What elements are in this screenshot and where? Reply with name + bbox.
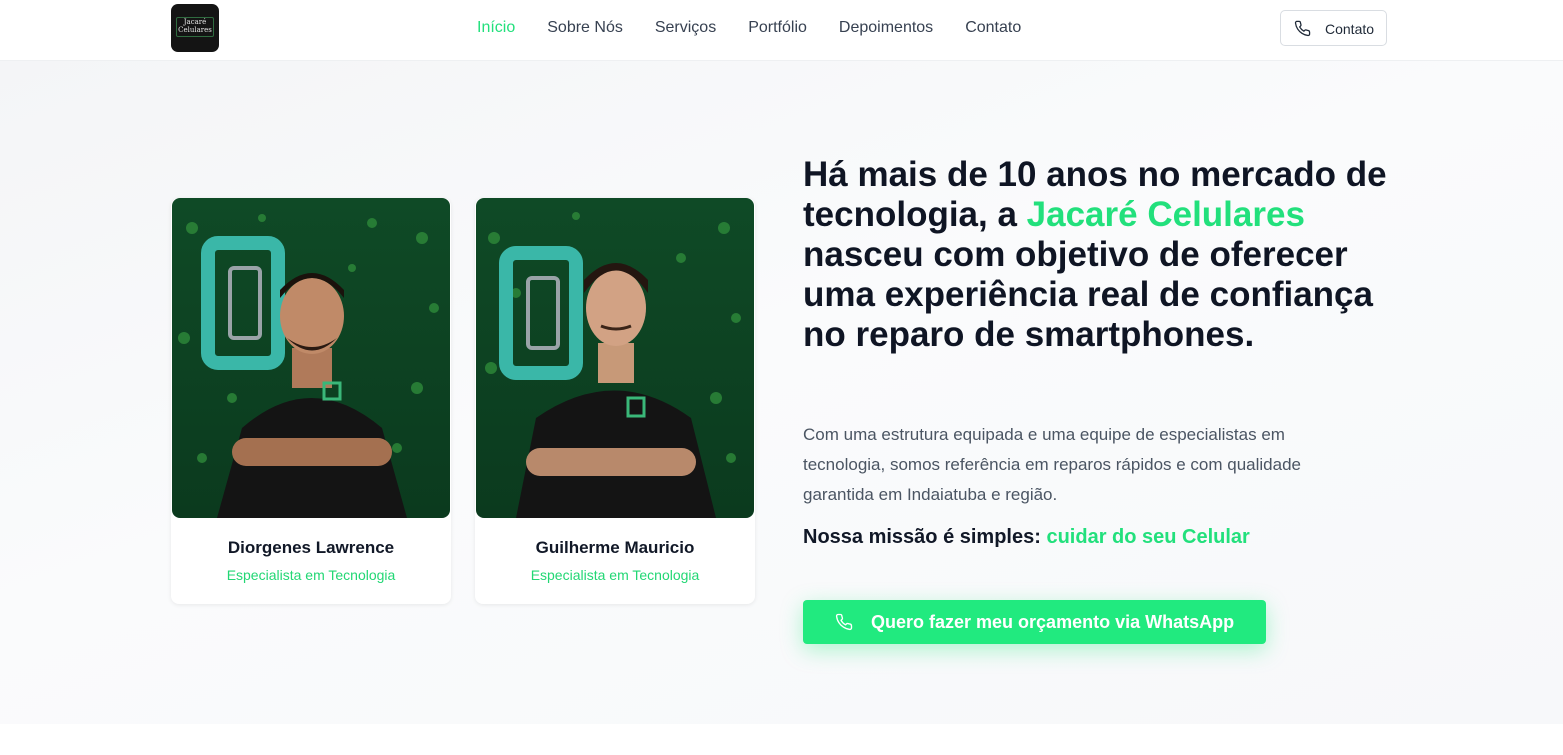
logo[interactable]: Jacaré Celulares — [171, 4, 219, 52]
nav-item-portfolio[interactable]: Portfólio — [748, 18, 807, 38]
contact-button[interactable]: Contato — [1280, 10, 1387, 46]
nav-item-contato[interactable]: Contato — [965, 18, 1021, 38]
whatsapp-quote-button[interactable]: Quero fazer meu orçamento via WhatsApp — [803, 600, 1266, 644]
mission-label: Nossa missão é simples: — [803, 526, 1047, 548]
phone-icon — [835, 613, 853, 631]
person-photo-illustration — [172, 198, 450, 518]
contact-button-label: Contato — [1325, 21, 1375, 37]
hero-headline: Há mais de 10 anos no mercado de tecnolo… — [803, 155, 1403, 355]
nav-item-depoimentos[interactable]: Depoimentos — [839, 18, 933, 38]
team-member-name: Guilherme Mauricio — [535, 538, 695, 557]
logo-text: Jacaré Celulares — [178, 18, 212, 34]
team-photo — [172, 198, 450, 518]
nav-item-servicos[interactable]: Serviços — [655, 18, 716, 38]
person-photo-illustration — [476, 198, 754, 518]
headline-brand: Jacaré Celulares — [1026, 195, 1305, 234]
phone-icon — [1294, 20, 1311, 37]
logo-frame: Jacaré Celulares — [176, 17, 214, 37]
hero-description: Com uma estrutura equipada e uma equipe … — [803, 425, 1301, 504]
team-card: Guilherme Mauricio Especialista em Tecno… — [475, 198, 755, 604]
mission-statement: Nossa missão é simples: cuidar do seu Ce… — [803, 526, 1403, 549]
site-header: Jacaré Celulares Início Sobre Nós Serviç… — [0, 0, 1563, 61]
whatsapp-quote-button-label: Quero fazer meu orçamento via WhatsApp — [871, 612, 1235, 632]
team-card: Diorgenes Lawrence Especialista em Tecno… — [171, 198, 451, 604]
team-member-role: Especialista em Tecnologia — [530, 567, 700, 583]
nav-item-sobre-nos[interactable]: Sobre Nós — [547, 18, 623, 38]
headline-text: nasceu com objetivo de oferecer uma expe… — [803, 235, 1373, 354]
team-member-name: Diorgenes Lawrence — [227, 538, 395, 557]
team-member-role: Especialista em Tecnologia — [226, 567, 396, 583]
team-photo — [476, 198, 754, 518]
mission-accent: cuidar do seu Celular — [1046, 526, 1250, 548]
main-nav: Início Sobre Nós Serviços Portfólio Depo… — [477, 18, 1053, 38]
nav-item-inicio[interactable]: Início — [477, 18, 515, 38]
